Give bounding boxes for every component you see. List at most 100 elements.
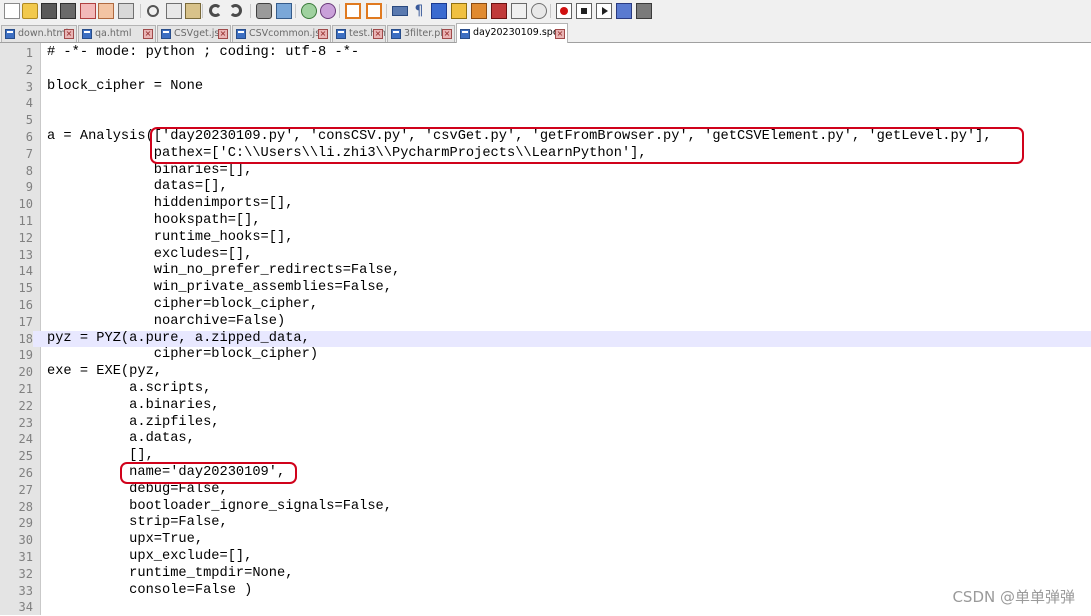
code-text[interactable]: runtime_tmpdir=None,: [47, 566, 293, 583]
doc-map-icon[interactable]: [471, 3, 487, 19]
code-line[interactable]: 26 name='day20230109',: [0, 465, 1091, 482]
close-tab-icon[interactable]: ×: [442, 29, 452, 39]
code-text[interactable]: console=False ): [47, 583, 252, 600]
code-text[interactable]: exe = EXE(pyz,: [47, 364, 162, 381]
code-text[interactable]: binaries=[],: [47, 163, 253, 180]
code-line[interactable]: 25 [],: [0, 448, 1091, 465]
code-text[interactable]: upx_exclude=[],: [47, 549, 252, 566]
code-line[interactable]: 23 a.zipfiles,: [0, 415, 1091, 432]
code-line[interactable]: 29 strip=False,: [0, 515, 1091, 532]
code-text[interactable]: pyz = PYZ(a.pure, a.zipped_data,: [47, 331, 310, 348]
code-line[interactable]: 12 runtime_hooks=[],: [0, 230, 1091, 247]
code-text[interactable]: block_cipher = None: [47, 79, 203, 96]
code-line[interactable]: 3 block_cipher = None: [0, 79, 1091, 96]
code-line[interactable]: 24 a.datas,: [0, 431, 1091, 448]
code-line[interactable]: 4: [0, 95, 1091, 112]
code-line[interactable]: 6 a = Analysis(['day20230109.py', 'consCS…: [0, 129, 1091, 146]
code-text[interactable]: name='day20230109',: [47, 465, 285, 482]
code-line[interactable]: 15 win_private_assemblies=False,: [0, 280, 1091, 297]
language-icon[interactable]: [451, 3, 467, 19]
save-icon[interactable]: [41, 3, 57, 19]
code-text[interactable]: cipher=block_cipher): [47, 347, 318, 364]
play-macro-icon[interactable]: [596, 3, 612, 19]
open-file-icon[interactable]: [22, 3, 38, 19]
zoom-in-icon[interactable]: [301, 3, 317, 19]
tab-csvget-js[interactable]: CSVget.js ×: [157, 25, 231, 42]
run-macro-multiple-icon[interactable]: [616, 3, 632, 19]
code-text[interactable]: a.zipfiles,: [47, 415, 219, 432]
find-icon[interactable]: [256, 3, 272, 19]
code-line[interactable]: 30 upx=True,: [0, 532, 1091, 549]
code-line[interactable]: 28 bootloader_ignore_signals=False,: [0, 499, 1091, 516]
code-text[interactable]: strip=False,: [47, 515, 228, 532]
copy-icon[interactable]: [166, 3, 182, 19]
code-line[interactable]: 8 binaries=[],: [0, 163, 1091, 180]
code-text[interactable]: [],: [47, 448, 154, 465]
code-line[interactable]: 9 datas=[],: [0, 179, 1091, 196]
code-text[interactable]: pathex=['C:\\Users\\li.zhi3\\PycharmProj…: [47, 146, 647, 163]
code-text[interactable]: excludes=[],: [47, 247, 253, 264]
folder-workspace-icon[interactable]: [511, 3, 527, 19]
close-tab-icon[interactable]: ×: [218, 29, 228, 39]
code-line[interactable]: 16 cipher=block_cipher,: [0, 297, 1091, 314]
redo-icon[interactable]: [229, 4, 242, 17]
code-text[interactable]: a.scripts,: [47, 381, 211, 398]
paste-icon[interactable]: [185, 3, 201, 19]
tab-csvcommon-js[interactable]: CSVcommon.js ×: [232, 25, 331, 42]
close-tab-icon[interactable]: ×: [373, 29, 383, 39]
save-macro-icon[interactable]: [636, 3, 652, 19]
code-line[interactable]: 17 noarchive=False): [0, 314, 1091, 331]
tab-test-html[interactable]: test.html×: [332, 25, 386, 42]
record-macro-icon[interactable]: [556, 3, 572, 19]
sync-vertical-icon[interactable]: [345, 3, 361, 19]
code-line[interactable]: 1 # -*- mode: python ; coding: utf-8 -*-: [0, 45, 1091, 62]
code-line[interactable]: 7 pathex=['C:\\Users\\li.zhi3\\PycharmPr…: [0, 146, 1091, 163]
code-line[interactable]: 27 debug=False,: [0, 482, 1091, 499]
indent-guide-icon[interactable]: [431, 3, 447, 19]
close-tab-icon[interactable]: ×: [64, 29, 74, 39]
tab-down-html[interactable]: down.html ×: [1, 25, 77, 42]
code-text[interactable]: runtime_hooks=[],: [47, 230, 294, 247]
close-tab-icon[interactable]: ×: [143, 29, 153, 39]
code-text[interactable]: noarchive=False): [47, 314, 285, 331]
print-icon[interactable]: [118, 3, 134, 19]
code-line[interactable]: 13 excludes=[],: [0, 247, 1091, 264]
code-text[interactable]: a.binaries,: [47, 398, 219, 415]
code-line[interactable]: 20 exe = EXE(pyz,: [0, 364, 1091, 381]
code-text[interactable]: hiddenimports=[],: [47, 196, 294, 213]
code-line[interactable]: 14 win_no_prefer_redirects=False,: [0, 263, 1091, 280]
code-line[interactable]: 11 hookspath=[],: [0, 213, 1091, 230]
code-text[interactable]: hookspath=[],: [47, 213, 261, 230]
code-editor[interactable]: 1 # -*- mode: python ; coding: utf-8 -*- 2…: [0, 43, 1091, 615]
code-line[interactable]: 22 a.binaries,: [0, 398, 1091, 415]
tab-qa-html[interactable]: qa.html ×: [78, 25, 156, 42]
code-line[interactable]: 32 runtime_tmpdir=None,: [0, 566, 1091, 583]
code-text[interactable]: debug=False,: [47, 482, 228, 499]
code-text[interactable]: a = Analysis(['day20230109.py', 'consCSV…: [47, 129, 992, 146]
close-tab-icon[interactable]: ×: [318, 29, 328, 39]
code-text[interactable]: win_private_assemblies=False,: [47, 280, 392, 297]
close-tab-icon[interactable]: ×: [555, 29, 565, 39]
code-text[interactable]: datas=[],: [47, 179, 228, 196]
code-text[interactable]: a.datas,: [47, 431, 195, 448]
code-text[interactable]: cipher=block_cipher,: [47, 297, 318, 314]
code-line[interactable]: 18 pyz = PYZ(a.pure, a.zipped_data,: [0, 330, 1091, 348]
code-text[interactable]: win_no_prefer_redirects=False,: [47, 263, 400, 280]
code-area[interactable]: 1 # -*- mode: python ; coding: utf-8 -*- 2…: [0, 43, 1091, 615]
cut-icon[interactable]: [147, 5, 159, 17]
code-text[interactable]: bootloader_ignore_signals=False,: [47, 499, 392, 516]
tab-day20230109-spec[interactable]: day20230109.spec ×: [456, 23, 568, 43]
zoom-out-icon[interactable]: [320, 3, 336, 19]
close-all-icon[interactable]: [98, 3, 114, 19]
stop-macro-icon[interactable]: [576, 3, 592, 19]
undo-icon[interactable]: [209, 4, 222, 17]
code-line[interactable]: 2: [0, 62, 1091, 79]
code-line[interactable]: 5: [0, 112, 1091, 129]
code-text[interactable]: # -*- mode: python ; coding: utf-8 -*-: [47, 45, 359, 62]
code-line[interactable]: 31 upx_exclude=[],: [0, 549, 1091, 566]
show-all-chars-icon[interactable]: ¶: [411, 3, 427, 19]
code-line[interactable]: 33 console=False ): [0, 583, 1091, 600]
code-line[interactable]: 34: [0, 599, 1091, 616]
tab-3filter-pl[interactable]: 3filter.pl ×: [387, 25, 455, 42]
close-icon[interactable]: [80, 3, 96, 19]
